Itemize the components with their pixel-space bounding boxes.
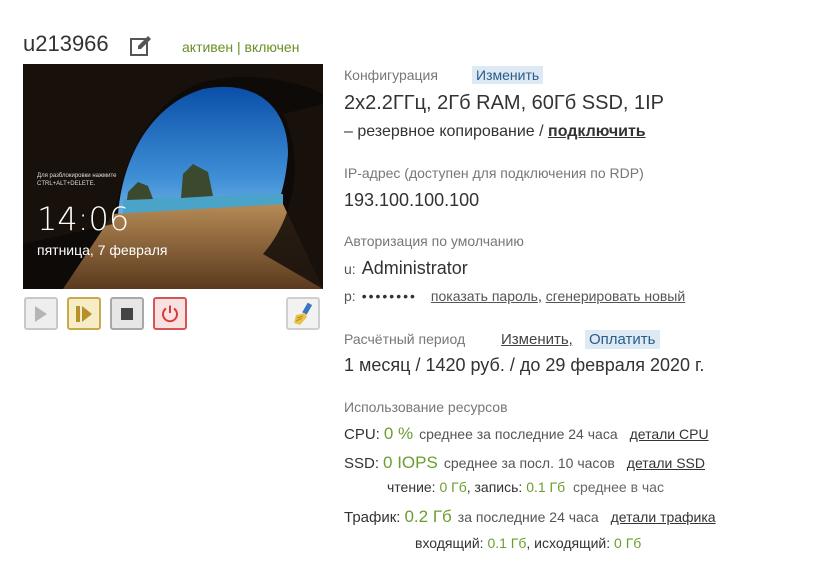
edit-icon[interactable] (129, 34, 153, 58)
resource-cpu: CPU: 0 % среднее за последние 24 часа детал… (344, 424, 709, 444)
traffic-key: Трафик: (344, 509, 401, 526)
traffic-value: 0.2 Гб (404, 507, 452, 526)
resume-icon (76, 305, 92, 322)
billing-change-link[interactable]: Изменить, (501, 331, 573, 348)
cpu-details-link[interactable]: детали CPU (630, 426, 709, 442)
status-on: включен (244, 39, 300, 55)
ip-label: IP-адрес (доступен для подключения по RD… (344, 165, 644, 181)
ssd-desc: среднее за посл. 10 часов (443, 455, 615, 471)
traffic-out-label: , исходящий: (526, 535, 611, 551)
auth-password: p: •••••••• показать пароль, сгенерировать… (344, 288, 685, 304)
cpu-value: 0 % (383, 424, 414, 443)
comma: , (537, 288, 542, 304)
username: Administrator (361, 258, 468, 278)
password-mask: •••••••• (361, 288, 417, 304)
traffic-in-value: 0.1 Гб (487, 535, 527, 551)
lock-time: 14:06 (37, 200, 130, 238)
resource-ssd: SSD: 0 IOPS среднее за посл. 10 часов детал… (344, 453, 705, 473)
generate-password-link[interactable]: сгенерировать новый (546, 288, 685, 304)
status-separator: | (237, 39, 241, 55)
lock-hint: Для разблокировки нажмите CTRL+ALT+DELET… (37, 173, 117, 187)
auth-user: u: Administrator (344, 258, 468, 279)
status-active: активен (182, 39, 234, 55)
billing-pay-link[interactable]: Оплатить (585, 330, 660, 349)
lock-date: пятница, 7 февраля (37, 242, 168, 258)
ssd-details-link[interactable]: детали SSD (627, 455, 705, 471)
billing-label: Расчётный период (344, 331, 466, 347)
ip-value: 193.100.100.100 (344, 190, 480, 210)
resume-button[interactable] (67, 297, 101, 330)
server-status: активен | включен (182, 39, 299, 55)
cpu-key: CPU: (344, 426, 380, 443)
ssd-key: SSD: (344, 455, 380, 472)
traffic-in-label: входящий: (415, 535, 484, 551)
ssd-write-value: 0.1 Гб (526, 479, 566, 495)
backup-text: – резервное копирование / (344, 123, 549, 140)
billing-value: 1 месяц / 1420 руб. / до 29 февраля 2020… (344, 355, 705, 375)
stop-icon (121, 307, 133, 320)
traffic-details-link[interactable]: детали трафика (611, 509, 716, 525)
power-button[interactable] (153, 297, 187, 330)
ssd-write-label: , запись: (466, 479, 523, 495)
traffic-subline: входящий: 0.1 Гб, исходящий: 0 Гб (415, 535, 641, 551)
stop-button[interactable] (110, 297, 144, 330)
resource-traffic: Трафик: 0.2 Гб за последние 24 часа детали … (344, 507, 716, 527)
ssd-read-label: чтение: (387, 479, 436, 495)
show-password-link[interactable]: показать пароль (431, 288, 538, 304)
cpu-desc: среднее за последние 24 часа (419, 426, 618, 442)
ssd-subline: чтение: 0 Гб, запись: 0.1 Гб среднее в ч… (387, 479, 664, 495)
ssd-value: 0 IOPS (383, 453, 438, 472)
traffic-out-value: 0 Гб (614, 535, 642, 551)
user-prefix: u: (344, 261, 356, 277)
screen-preview[interactable]: Для разблокировки нажмите CTRL+ALT+DELET… (23, 64, 323, 289)
config-label: Конфигурация (344, 67, 438, 83)
power-icon (162, 305, 178, 322)
config-value: 2x2.2ГГц, 2Гб RAM, 60Гб SSD, 1IP (344, 92, 665, 114)
backup-connect-link[interactable]: подключить (548, 123, 646, 140)
password-prefix: p: (344, 288, 356, 304)
broom-icon (294, 302, 313, 325)
resources-label: Использование ресурсов (344, 399, 508, 415)
ssd-read-value: 0 Гб (439, 479, 467, 495)
start-button[interactable] (24, 297, 58, 330)
backup-line: – резервное копирование / подключить (344, 123, 646, 141)
play-icon (35, 305, 47, 322)
auth-label: Авторизация по умолчанию (344, 233, 524, 249)
ssd-sub-desc: среднее в час (572, 479, 664, 495)
config-change-link[interactable]: Изменить (472, 66, 544, 84)
server-name: u213966 (23, 31, 109, 56)
traffic-desc: за последние 24 часа (457, 509, 599, 525)
reinstall-button[interactable] (286, 297, 320, 330)
